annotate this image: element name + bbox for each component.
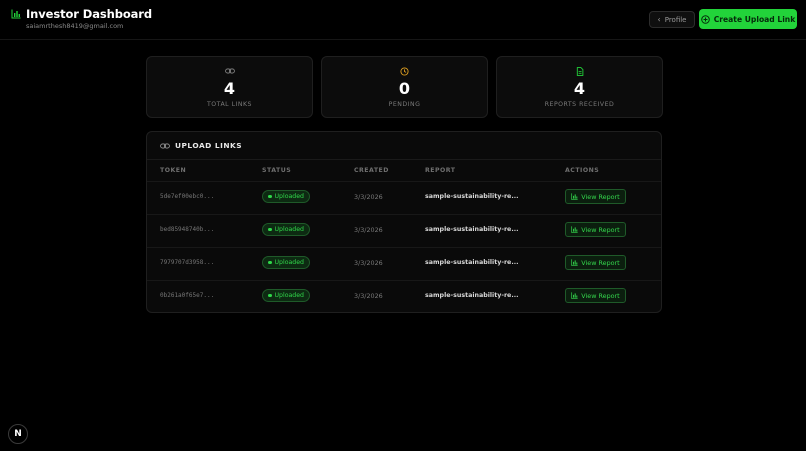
view-report-button[interactable]: View Report — [565, 288, 626, 303]
report-cell: sample-sustainability-re... — [425, 292, 519, 299]
bar-chart-icon — [571, 193, 578, 200]
status-label: Uploaded — [274, 259, 304, 266]
view-report-button[interactable]: View Report — [565, 222, 626, 237]
status-label: Uploaded — [274, 193, 304, 200]
table-row: bed85948740b... Uploaded 3/3/2026 sample… — [147, 214, 661, 247]
bar-chart-icon — [571, 226, 578, 233]
status-badge: Uploaded — [262, 190, 310, 203]
divider — [147, 280, 661, 281]
status-dot — [268, 194, 272, 199]
app-header: Investor Dashboard saiamrthesh8419@gmail… — [0, 0, 806, 40]
bar-chart-icon — [11, 9, 21, 19]
column-header-actions: ACTIONS — [565, 167, 600, 174]
stat-card-pending: 0 PENDING — [321, 56, 488, 118]
stat-label: TOTAL LINKS — [207, 101, 252, 108]
bar-chart-icon — [571, 292, 578, 299]
status-badge: Uploaded — [262, 289, 310, 302]
view-report-label: View Report — [581, 291, 620, 300]
divider — [147, 181, 661, 182]
stat-label: REPORTS RECEIVED — [544, 101, 615, 108]
clock-icon — [400, 67, 409, 76]
stat-value: 4 — [573, 79, 586, 98]
upload-links-panel: UPLOAD LINKS TOKEN STATUS CREATED REPORT… — [146, 131, 662, 313]
status-dot — [268, 293, 272, 298]
brand: Investor Dashboard — [11, 7, 152, 21]
token-cell: 5de7ef00ebc0... — [160, 193, 215, 200]
stat-value: 4 — [223, 79, 236, 98]
chevron-left-icon: ‹ — [657, 15, 661, 24]
link-icon — [224, 68, 235, 74]
stat-card-total-links: 4 TOTAL LINKS — [146, 56, 313, 118]
profile-button-label: Profile — [664, 15, 687, 24]
column-header-token: TOKEN — [160, 167, 187, 174]
table-row: 7979707d3958... Uploaded 3/3/2026 sample… — [147, 247, 661, 280]
token-cell: 0b261a0f65e7... — [160, 292, 215, 299]
view-report-button[interactable]: View Report — [565, 255, 626, 270]
status-label: Uploaded — [274, 226, 304, 233]
column-header-report: REPORT — [425, 167, 456, 174]
stat-label: PENDING — [388, 101, 421, 108]
view-report-label: View Report — [581, 258, 620, 267]
report-cell: sample-sustainability-re... — [425, 193, 519, 200]
table-row: 5de7ef00ebc0... Uploaded 3/3/2026 sample… — [147, 181, 661, 214]
panel-title: UPLOAD LINKS — [175, 141, 243, 150]
plus-circle-icon — [700, 14, 710, 24]
stat-value: 0 — [398, 79, 411, 98]
nextjs-devtools-button[interactable]: N — [8, 424, 28, 444]
token-cell: 7979707d3958... — [160, 259, 215, 266]
column-header-created: CREATED — [354, 167, 389, 174]
view-report-label: View Report — [581, 192, 620, 201]
divider — [147, 247, 661, 248]
divider — [147, 159, 661, 160]
page-title: Investor Dashboard — [26, 7, 153, 21]
status-badge: Uploaded — [262, 256, 310, 269]
link-icon — [160, 143, 170, 148]
status-label: Uploaded — [274, 292, 304, 299]
report-cell: sample-sustainability-re... — [425, 259, 519, 266]
profile-button[interactable]: ‹ Profile — [649, 11, 695, 28]
create-upload-link-button[interactable]: Create Upload Link — [699, 9, 797, 29]
create-button-label: Create Upload Link — [713, 14, 796, 24]
devtools-badge-label: N — [14, 429, 22, 439]
status-dot — [268, 260, 272, 265]
status-dot — [268, 227, 272, 232]
view-report-button[interactable]: View Report — [565, 189, 626, 204]
divider — [147, 214, 661, 215]
user-email: saiamrthesh8419@gmail.com — [26, 22, 124, 30]
created-cell: 3/3/2026 — [354, 259, 383, 267]
status-badge: Uploaded — [262, 223, 310, 236]
stat-card-reports-received: 4 REPORTS RECEIVED — [496, 56, 663, 118]
created-cell: 3/3/2026 — [354, 193, 383, 201]
column-header-status: STATUS — [262, 167, 292, 174]
bar-chart-icon — [571, 259, 578, 266]
table-row: 0b261a0f65e7... Uploaded 3/3/2026 sample… — [147, 280, 661, 313]
token-cell: bed85948740b... — [160, 226, 215, 233]
created-cell: 3/3/2026 — [354, 226, 383, 234]
created-cell: 3/3/2026 — [354, 292, 383, 300]
panel-header: UPLOAD LINKS — [160, 141, 242, 150]
report-cell: sample-sustainability-re... — [425, 226, 519, 233]
file-icon — [576, 67, 583, 76]
view-report-label: View Report — [581, 225, 620, 234]
